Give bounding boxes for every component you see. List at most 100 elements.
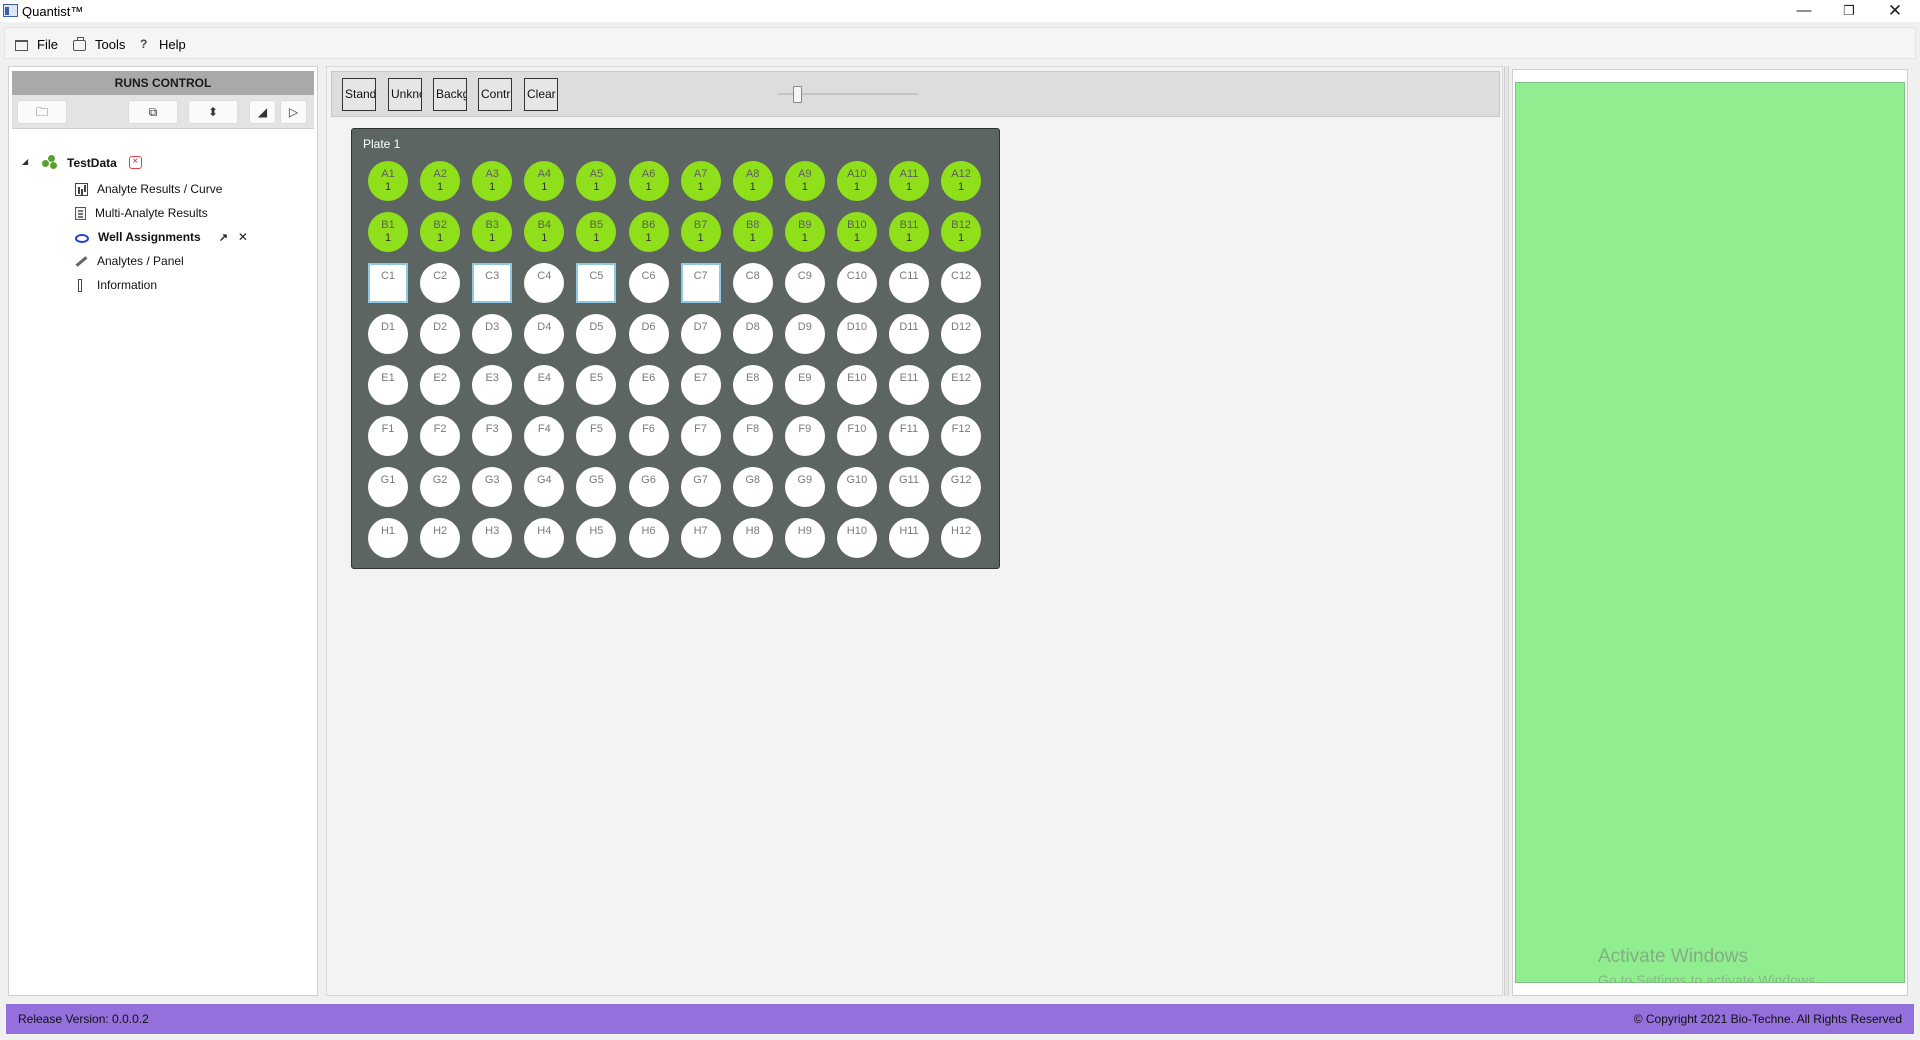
well-c1[interactable]: C1 [368, 263, 408, 303]
well-g7[interactable]: G7 [680, 467, 721, 507]
well-b7[interactable]: B7 1 [680, 212, 721, 252]
standard-button[interactable]: Stand. [342, 78, 376, 111]
tree-item-well-assignments[interactable]: Well Assignments ↗ ✕ [75, 230, 248, 244]
background-button[interactable]: Backg [433, 78, 467, 111]
well-h4[interactable]: H4 [524, 518, 565, 558]
well-d12[interactable]: D12 [941, 314, 982, 354]
well-a5[interactable]: A5 1 [576, 161, 617, 201]
well-g4[interactable]: G4 [524, 467, 565, 507]
well-g12[interactable]: G12 [941, 467, 982, 507]
control-button[interactable]: Contrı [478, 78, 512, 111]
well-e3[interactable]: E3 [472, 365, 513, 405]
well-f1[interactable]: F1 [368, 416, 408, 456]
well-h1[interactable]: H1 [368, 518, 408, 558]
well-c12[interactable]: C12 [941, 263, 982, 303]
well-b1[interactable]: B1 1 [368, 212, 408, 252]
well-g8[interactable]: G8 [732, 467, 773, 507]
well-a10[interactable]: A10 1 [836, 161, 877, 201]
minimize-button[interactable]: — [1781, 0, 1827, 22]
copy-button[interactable]: ⧉ [128, 100, 178, 124]
well-b8[interactable]: B8 1 [732, 212, 773, 252]
well-d6[interactable]: D6 [628, 314, 669, 354]
well-c9[interactable]: C9 [784, 263, 825, 303]
well-f6[interactable]: F6 [628, 416, 669, 456]
well-a8[interactable]: A8 1 [732, 161, 773, 201]
well-f10[interactable]: F10 [836, 416, 877, 456]
well-d10[interactable]: D10 [836, 314, 877, 354]
well-b3[interactable]: B3 1 [472, 212, 513, 252]
menu-tools[interactable]: Tools [73, 34, 125, 54]
tree-item-analytes-panel[interactable]: Analytes / Panel [75, 254, 184, 268]
well-h5[interactable]: H5 [576, 518, 617, 558]
well-e6[interactable]: E6 [628, 365, 669, 405]
well-f7[interactable]: F7 [680, 416, 721, 456]
well-f11[interactable]: F11 [889, 416, 929, 456]
well-g5[interactable]: G5 [576, 467, 617, 507]
well-h12[interactable]: H12 [941, 518, 982, 558]
well-h9[interactable]: H9 [784, 518, 825, 558]
pop-out-icon[interactable]: ↗ [219, 231, 228, 244]
well-b2[interactable]: B2 1 [420, 212, 461, 252]
zoom-slider-thumb[interactable] [793, 86, 802, 103]
well-h2[interactable]: H2 [420, 518, 461, 558]
well-d5[interactable]: D5 [576, 314, 617, 354]
well-c8[interactable]: C8 [732, 263, 773, 303]
well-c7[interactable]: C7 [680, 263, 721, 303]
well-a9[interactable]: A9 1 [784, 161, 825, 201]
well-a6[interactable]: A6 1 [628, 161, 669, 201]
well-e9[interactable]: E9 [784, 365, 825, 405]
menu-help[interactable]: ? Help [140, 34, 186, 54]
well-g6[interactable]: G6 [628, 467, 669, 507]
well-b12[interactable]: B12 1 [941, 212, 982, 252]
well-e4[interactable]: E4 [524, 365, 565, 405]
well-h6[interactable]: H6 [628, 518, 669, 558]
play-button[interactable]: ▷ [280, 100, 307, 124]
well-c4[interactable]: C4 [524, 263, 565, 303]
well-a7[interactable]: A7 1 [680, 161, 721, 201]
well-a1[interactable]: A1 1 [368, 161, 408, 201]
close-dataset-icon[interactable]: × [128, 156, 142, 169]
menu-file[interactable]: File [15, 34, 58, 54]
well-g11[interactable]: G11 [889, 467, 929, 507]
well-b9[interactable]: B9 1 [784, 212, 825, 252]
well-f2[interactable]: F2 [420, 416, 461, 456]
well-d3[interactable]: D3 [472, 314, 513, 354]
well-d9[interactable]: D9 [784, 314, 825, 354]
tree-root-testdata[interactable]: TestData × [42, 155, 142, 170]
well-d4[interactable]: D4 [524, 314, 565, 354]
well-f8[interactable]: F8 [732, 416, 773, 456]
well-d11[interactable]: D11 [889, 314, 929, 354]
well-e8[interactable]: E8 [732, 365, 773, 405]
well-h3[interactable]: H3 [472, 518, 513, 558]
well-e1[interactable]: E1 [368, 365, 408, 405]
tree-item-information[interactable]: Information [75, 278, 157, 292]
well-a4[interactable]: A4 1 [524, 161, 565, 201]
clear-button[interactable]: Clear [524, 78, 558, 111]
upload-button[interactable]: ⬍ [188, 100, 238, 124]
close-tab-icon[interactable]: ✕ [238, 230, 248, 244]
panel-splitter[interactable] [1504, 66, 1509, 996]
well-b6[interactable]: B6 1 [628, 212, 669, 252]
well-c10[interactable]: C10 [836, 263, 877, 303]
well-f5[interactable]: F5 [576, 416, 617, 456]
unknown-button[interactable]: Unknc [388, 78, 422, 111]
well-e5[interactable]: E5 [576, 365, 617, 405]
well-g3[interactable]: G3 [472, 467, 513, 507]
well-f12[interactable]: F12 [941, 416, 982, 456]
well-h11[interactable]: H11 [889, 518, 929, 558]
well-e2[interactable]: E2 [420, 365, 461, 405]
well-a12[interactable]: A12 1 [941, 161, 982, 201]
well-c5[interactable]: C5 [576, 263, 617, 303]
well-d2[interactable]: D2 [420, 314, 461, 354]
well-h8[interactable]: H8 [732, 518, 773, 558]
well-b5[interactable]: B5 1 [576, 212, 617, 252]
open-folder-button[interactable]: 🗀 [17, 100, 67, 124]
well-g10[interactable]: G10 [836, 467, 877, 507]
restore-button[interactable]: ❐ [1826, 0, 1872, 22]
well-a11[interactable]: A11 1 [889, 161, 929, 201]
well-g2[interactable]: G2 [420, 467, 461, 507]
well-d7[interactable]: D7 [680, 314, 721, 354]
tree-item-multi-analyte[interactable]: Multi-Analyte Results [75, 206, 208, 220]
well-f3[interactable]: F3 [472, 416, 513, 456]
well-e7[interactable]: E7 [680, 365, 721, 405]
